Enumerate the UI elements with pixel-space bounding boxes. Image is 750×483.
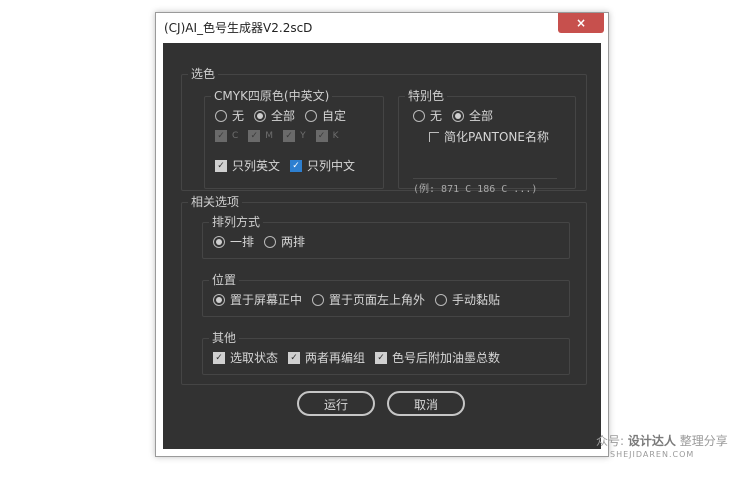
run-button[interactable]: 运行 <box>297 391 375 416</box>
position-legend: 位置 <box>212 273 237 287</box>
watermark-prefix: 众号: <box>596 434 625 448</box>
pantone-short-label: 简化PANTONE名称 <box>444 130 549 144</box>
position-radio-center[interactable]: 置于屏幕正中 <box>213 291 302 308</box>
channel-k-checkbox[interactable]: ✓ <box>315 130 328 142</box>
checkbox-empty-icon <box>429 131 439 142</box>
radio-icon <box>435 293 448 306</box>
position-radio-manual[interactable]: 手动黏贴 <box>435 291 500 308</box>
other-legend: 其他 <box>212 331 237 345</box>
spot-color-group: 特别色 无 全部 简化PANTONE名称 (例: 871 C 186 C ...… <box>398 89 576 195</box>
watermark-brand: 设计达人 <box>627 434 676 448</box>
arrange-two-rows-label: 两排 <box>281 235 306 249</box>
radio-icon <box>413 109 425 122</box>
position-radio-top-left[interactable]: 置于页面左上角外 <box>312 291 425 308</box>
spot-radio-row: 无 全部 <box>413 107 503 124</box>
check-icon: ✓ <box>215 159 227 172</box>
cmyk-radio-none[interactable]: 无 <box>215 107 244 124</box>
arrange-radio-row: 一排 两排 <box>213 233 315 250</box>
other-check-row: ✓ 选取状态 ✓ 两者再编组 ✓ 色号后附加油墨总数 <box>213 349 510 366</box>
select-color-legend: 选色 <box>191 67 216 81</box>
radio-selected-icon <box>213 293 225 306</box>
selection-state-checkbox[interactable]: ✓ 选取状态 <box>213 349 278 366</box>
watermark: 众号: 设计达人 整理分享 SHEJIDAREN.COM <box>596 432 728 459</box>
select-color-group: 选色 CMYK四原色(中英文) 无 全部 自定 ✓ C ✓ M ✓ Y ✓ K … <box>181 67 587 195</box>
cancel-button[interactable]: 取消 <box>387 391 465 416</box>
chinese-only-checkbox[interactable]: ✓ 只列中文 <box>290 157 355 174</box>
cmyk-radio-all-label: 全部 <box>271 109 296 123</box>
position-radio-row: 置于屏幕正中 置于页面左上角外 手动黏贴 <box>213 291 510 308</box>
position-center-label: 置于屏幕正中 <box>230 293 303 307</box>
channel-k-label: K <box>332 131 339 141</box>
spot-radio-all[interactable]: 全部 <box>452 107 493 124</box>
spot-radio-all-label: 全部 <box>469 109 494 123</box>
radio-selected-icon <box>452 109 465 122</box>
check-icon: ✓ <box>375 351 388 364</box>
english-only-label: 只列英文 <box>232 159 281 173</box>
radio-selected-icon <box>213 235 225 248</box>
close-icon: × <box>575 16 587 30</box>
radio-icon <box>215 109 227 122</box>
radio-icon <box>264 235 277 248</box>
cmyk-radio-custom-label: 自定 <box>322 109 347 123</box>
pantone-row: 简化PANTONE名称 <box>429 128 559 145</box>
arrange-radio-two-rows[interactable]: 两排 <box>264 233 305 250</box>
arrange-legend: 排列方式 <box>212 215 261 229</box>
channel-m-label: M <box>265 131 274 141</box>
spot-color-legend: 特别色 <box>408 89 445 103</box>
chinese-only-label: 只列中文 <box>307 159 356 173</box>
position-top-left-label: 置于页面左上角外 <box>329 293 426 307</box>
cmyk-radio-row: 无 全部 自定 <box>215 107 356 124</box>
regroup-label: 两者再编组 <box>305 351 366 365</box>
channel-y-checkbox[interactable]: ✓ <box>283 130 296 142</box>
position-group: 位置 置于屏幕正中 置于页面左上角外 手动黏贴 <box>202 273 570 317</box>
arrange-radio-one-row[interactable]: 一排 <box>213 233 254 250</box>
spot-radio-none[interactable]: 无 <box>413 107 442 124</box>
dialog-body: 选色 CMYK四原色(中英文) 无 全部 自定 ✓ C ✓ M ✓ Y ✓ K … <box>163 43 601 449</box>
spot-radio-none-label: 无 <box>430 109 443 123</box>
related-options-group: 相关选项 排列方式 一排 两排 位置 置于屏幕正中 置于页面左上角外 手动黏贴 … <box>181 195 587 385</box>
channel-c-checkbox[interactable]: ✓ <box>215 130 227 142</box>
radio-icon <box>305 109 318 122</box>
dialog-window: (CJ)AI_色号生成器V2.2scD × 选色 CMYK四原色(中英文) 无 … <box>155 12 609 457</box>
english-only-checkbox[interactable]: ✓ 只列英文 <box>215 157 280 174</box>
watermark-suffix: 整理分享 <box>679 434 728 448</box>
related-options-legend: 相关选项 <box>191 195 240 209</box>
ink-total-label: 色号后附加油墨总数 <box>392 351 501 365</box>
channel-m-checkbox[interactable]: ✓ <box>248 130 261 142</box>
regroup-checkbox[interactable]: ✓ 两者再编组 <box>288 349 365 366</box>
cmyk-radio-custom[interactable]: 自定 <box>305 107 346 124</box>
selection-state-label: 选取状态 <box>230 351 279 365</box>
cmyk-radio-all[interactable]: 全部 <box>254 107 295 124</box>
check-icon: ✓ <box>288 351 301 364</box>
cmyk-legend: CMYK四原色(中英文) <box>214 89 330 103</box>
channel-c-label: C <box>232 131 239 141</box>
pantone-short-checkbox[interactable]: 简化PANTONE名称 <box>429 128 549 145</box>
close-button[interactable]: × <box>558 13 604 33</box>
title-bar[interactable]: (CJ)AI_色号生成器V2.2scD × <box>156 13 608 41</box>
arrange-one-row-label: 一排 <box>230 235 255 249</box>
radio-selected-icon <box>254 109 267 122</box>
ink-total-checkbox[interactable]: ✓ 色号后附加油墨总数 <box>375 349 500 366</box>
check-icon: ✓ <box>213 351 225 364</box>
cmyk-group: CMYK四原色(中英文) 无 全部 自定 ✓ C ✓ M ✓ Y ✓ K ✓ 只… <box>204 89 384 189</box>
cmyk-channel-row: ✓ C ✓ M ✓ Y ✓ K <box>215 130 348 142</box>
channel-y-label: Y <box>300 131 306 141</box>
radio-icon <box>312 293 325 306</box>
watermark-url: SHEJIDAREN.COM <box>610 450 695 459</box>
window-title: (CJ)AI_色号生成器V2.2scD <box>164 21 313 35</box>
position-manual-label: 手动黏贴 <box>452 293 501 307</box>
cmyk-radio-none-label: 无 <box>232 109 245 123</box>
cmyk-lang-row: ✓ 只列英文 ✓ 只列中文 <box>215 157 365 174</box>
check-icon: ✓ <box>290 159 303 172</box>
arrange-group: 排列方式 一排 两排 <box>202 215 570 259</box>
other-group: 其他 ✓ 选取状态 ✓ 两者再编组 ✓ 色号后附加油墨总数 <box>202 331 570 375</box>
